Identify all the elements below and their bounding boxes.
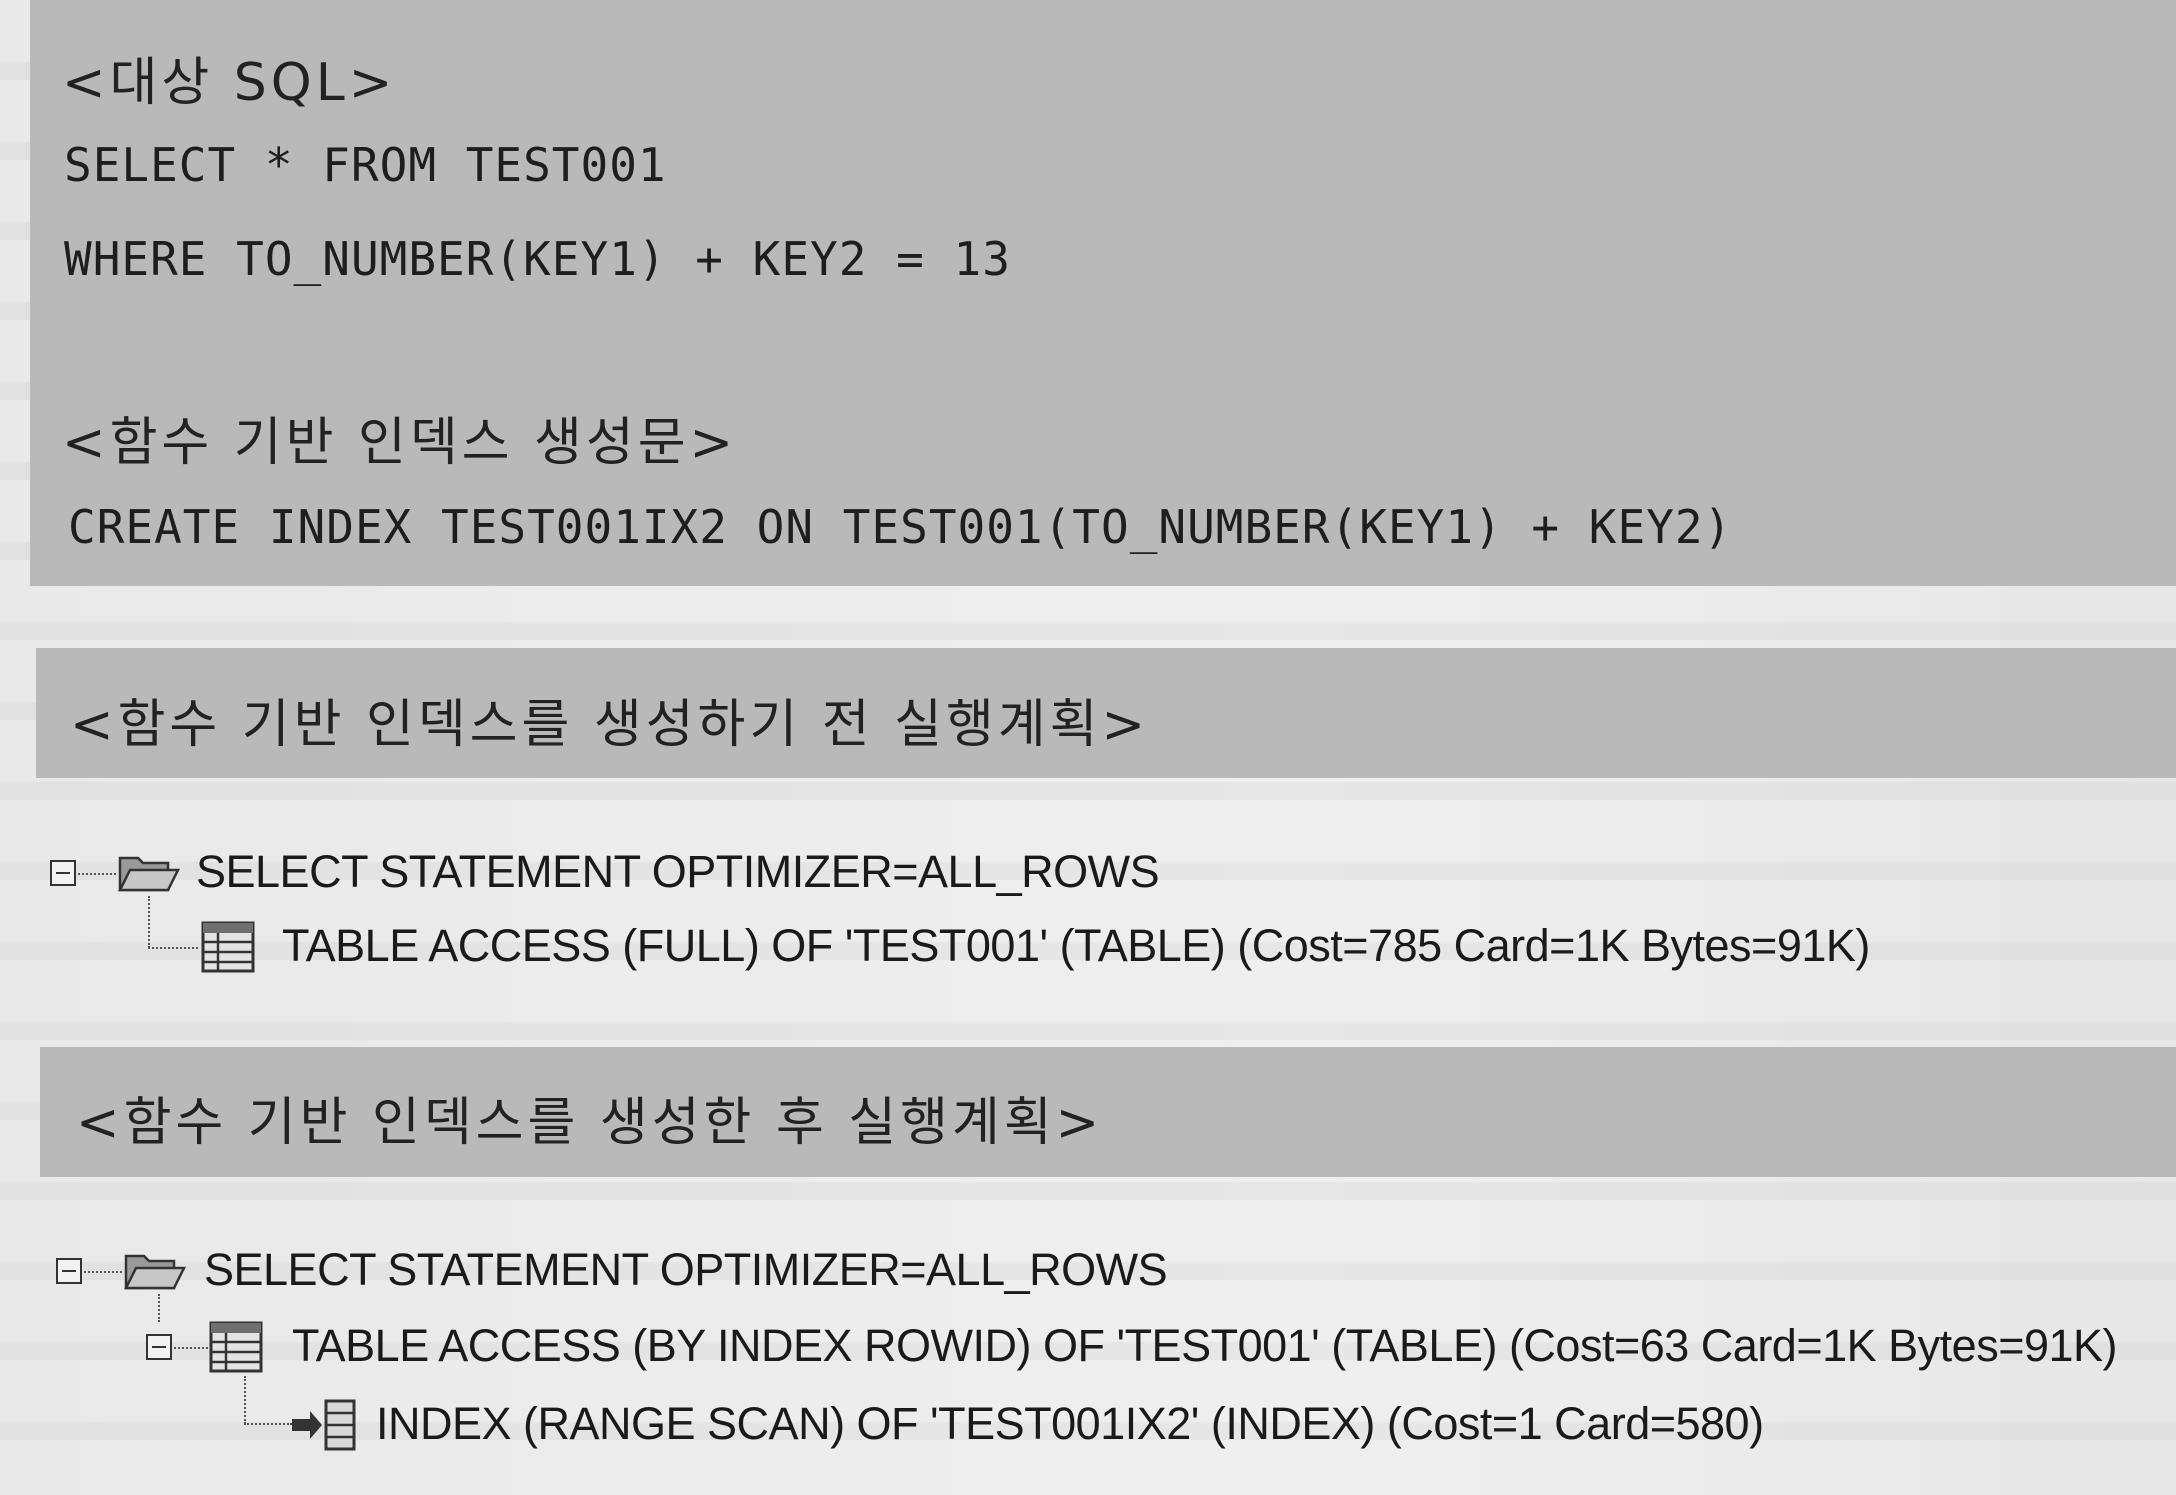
collapse-toggle-icon[interactable] (50, 860, 76, 886)
collapse-toggle-icon[interactable] (56, 1258, 82, 1284)
tree-connector (244, 1423, 292, 1425)
create-index-heading: <함수 기반 인덱스 생성문> (62, 413, 738, 473)
collapse-toggle-icon[interactable] (146, 1334, 172, 1360)
tree-connector (78, 873, 116, 875)
target-sql-heading: <대상 SQL> (62, 53, 397, 113)
plan-row-select-statement: SELECT STATEMENT OPTIMIZER=ALL_ROWS (196, 846, 1160, 897)
after-plan-heading: <함수 기반 인덱스를 생성한 후 실행계획> (76, 1093, 1104, 1153)
where-clause-line: WHERE TO_NUMBER(KEY1) + KEY2 = 13 (64, 232, 1011, 286)
tree-connector (148, 896, 150, 948)
tree-connector (84, 1271, 122, 1273)
table-icon (201, 921, 255, 973)
index-icon (292, 1399, 356, 1451)
tree-connector (174, 1347, 208, 1349)
folder-icon (123, 1254, 186, 1290)
select-statement-line: SELECT * FROM TEST001 (64, 138, 667, 192)
table-icon (209, 1321, 263, 1373)
plan-row-index-range-scan: INDEX (RANGE SCAN) OF 'TEST001IX2' (INDE… (376, 1398, 1764, 1449)
plan-row-table-access-by-rowid: TABLE ACCESS (BY INDEX ROWID) OF 'TEST00… (292, 1320, 2118, 1371)
before-plan-heading: <함수 기반 인덱스를 생성하기 전 실행계획> (70, 695, 1150, 755)
folder-icon (117, 856, 180, 892)
plan-row-select-statement: SELECT STATEMENT OPTIMIZER=ALL_ROWS (204, 1244, 1168, 1295)
tree-connector (148, 947, 198, 949)
tree-connector (158, 1294, 160, 1322)
create-index-statement: CREATE INDEX TEST001IX2 ON TEST001(TO_NU… (68, 500, 1733, 554)
tree-connector (244, 1376, 246, 1424)
plan-row-table-access-full: TABLE ACCESS (FULL) OF 'TEST001' (TABLE)… (282, 920, 1870, 971)
